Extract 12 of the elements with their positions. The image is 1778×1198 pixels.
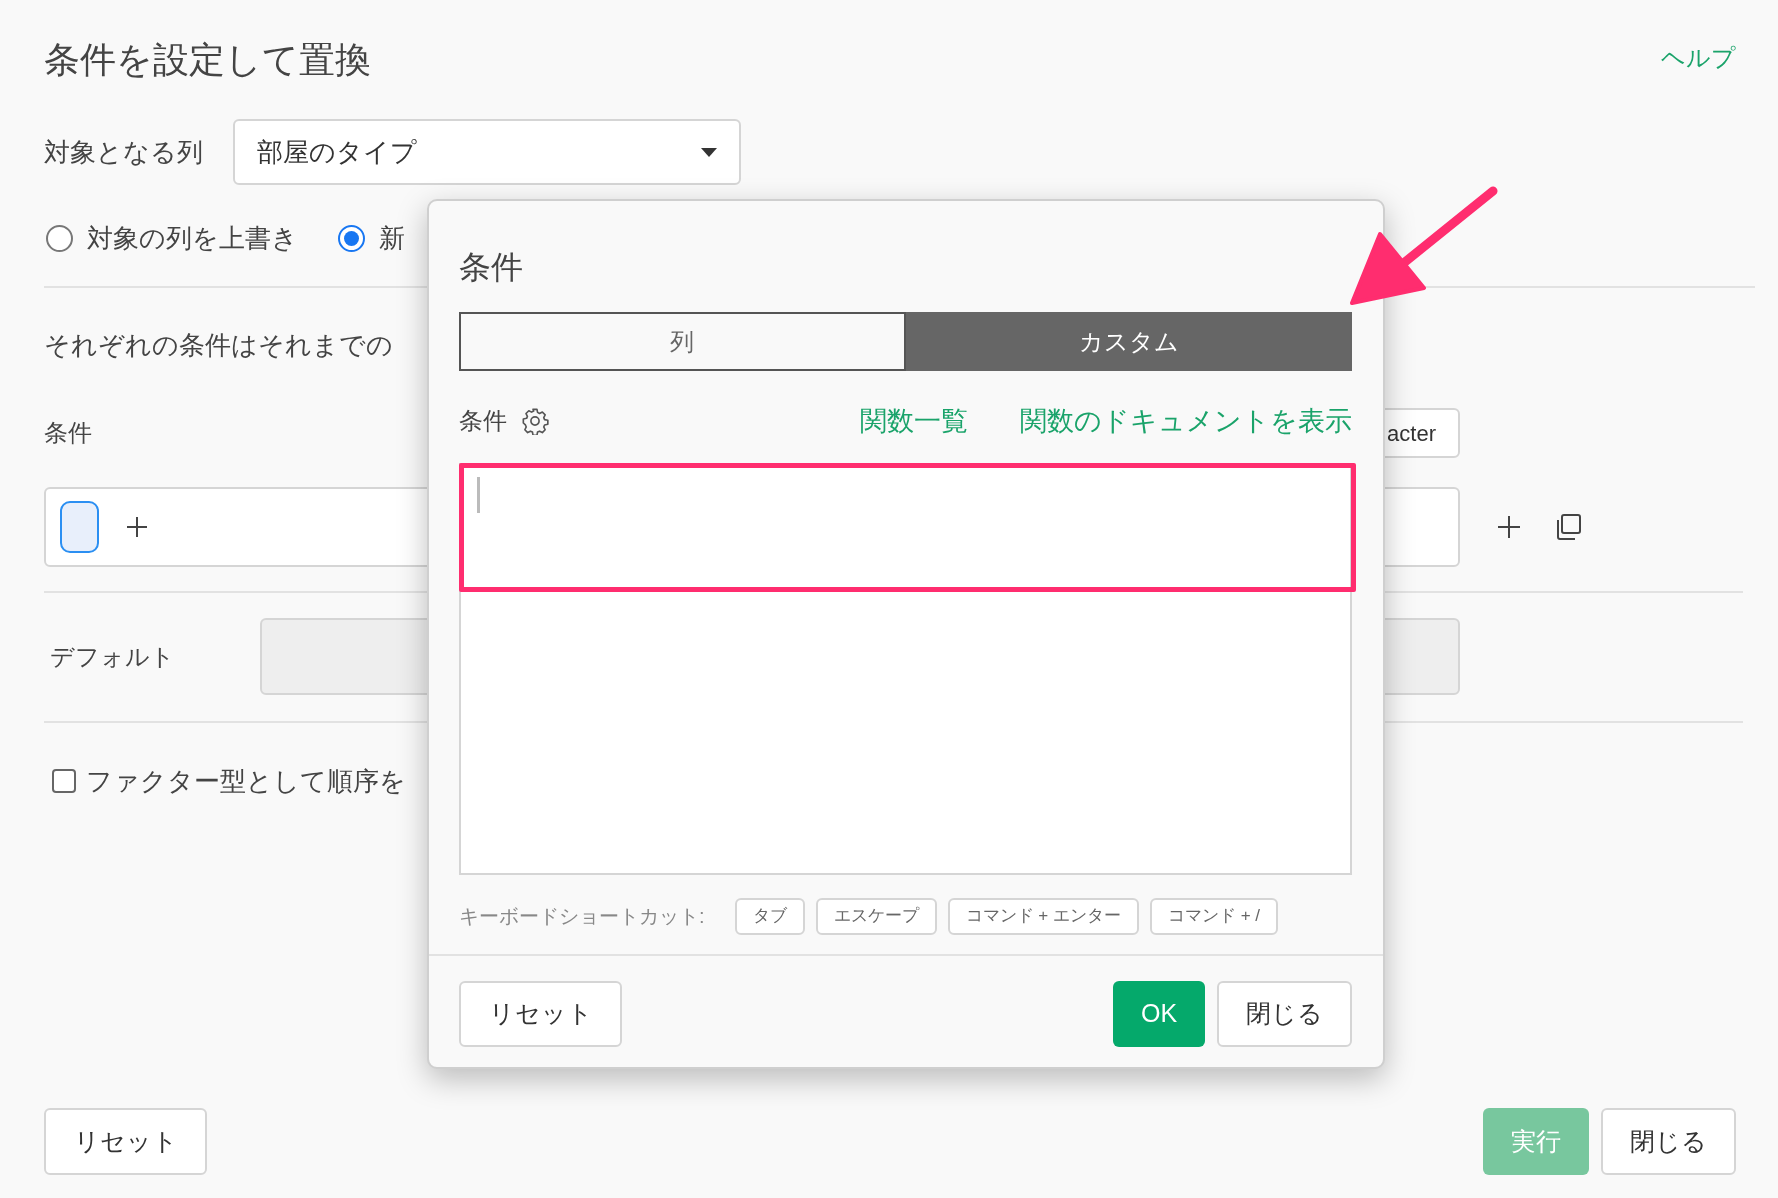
- editor-label: 条件: [459, 406, 507, 436]
- description-text: それぞれの条件はそれまでの: [44, 329, 393, 362]
- shortcut-key: コマンド + /: [1149, 897, 1279, 935]
- shortcut-key: コマンド + エンター: [947, 897, 1139, 935]
- section-label: デフォルト: [49, 641, 175, 672]
- shortcut-label: キーボードショートカット:: [459, 904, 705, 929]
- shortcut-key: タブ: [734, 897, 805, 935]
- shortcut-key: エスケープ: [815, 897, 937, 935]
- section-label: 条件: [44, 418, 92, 448]
- field-label: 対象となる列: [44, 135, 204, 169]
- page-title: 条件を設定して置換: [44, 38, 371, 82]
- dialog-title: 条件: [459, 248, 524, 287]
